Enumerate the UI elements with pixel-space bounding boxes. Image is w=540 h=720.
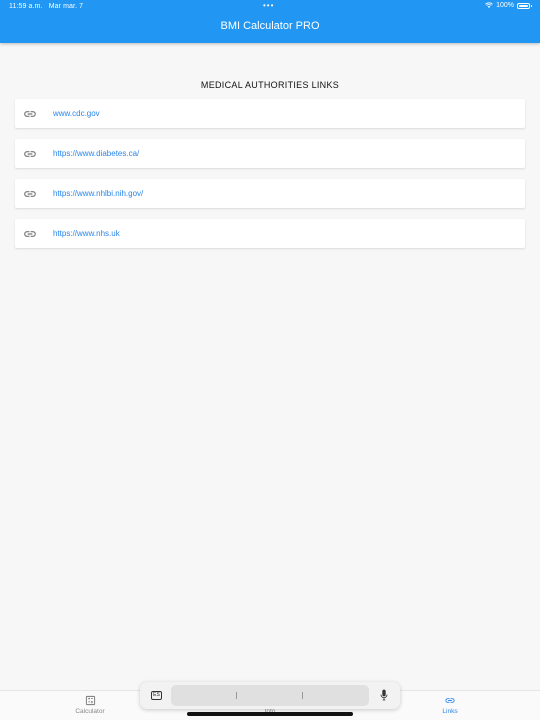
battery-percent: 100%	[496, 2, 514, 9]
section-title: MEDICAL AUTHORITIES LINKS	[200, 80, 340, 90]
battery-icon	[517, 2, 532, 9]
microphone-icon[interactable]	[380, 689, 388, 701]
link-label[interactable]: www.cdc.gov	[53, 109, 100, 118]
link-label[interactable]: https://www.nhlbi.nih.gov/	[53, 189, 143, 198]
status-time: 11:59 a.m. Mar mar. 7	[9, 3, 83, 10]
link-icon	[445, 698, 455, 703]
tab-calculator[interactable]: Calculator	[60, 695, 120, 715]
links-list: www.cdc.gov https://www.diabetes.ca/ htt…	[15, 99, 525, 259]
link-label[interactable]: https://www.diabetes.ca/	[53, 149, 139, 158]
link-label[interactable]: https://www.nhs.uk	[53, 229, 120, 238]
calculator-icon	[85, 695, 95, 706]
keyboard-accessory-bar: ES	[140, 682, 400, 709]
tab-label: Calculator	[75, 708, 105, 715]
app-header: 11:59 a.m. Mar mar. 7 ••• 100% BMI Calcu…	[0, 0, 540, 43]
status-right: 100%	[485, 2, 532, 9]
tab-label: Links	[442, 708, 458, 715]
link-item-nhs[interactable]: https://www.nhs.uk	[15, 219, 525, 248]
link-icon	[24, 150, 36, 157]
link-icon	[24, 190, 36, 197]
tab-links[interactable]: Links	[420, 695, 480, 715]
page-title: BMI Calculator PRO	[220, 20, 320, 32]
status-date: Mar mar. 7	[48, 3, 84, 10]
link-item-nhlbi[interactable]: https://www.nhlbi.nih.gov/	[15, 179, 525, 208]
link-item-cdc[interactable]: www.cdc.gov	[15, 99, 525, 128]
separator	[236, 692, 237, 699]
dictation-field[interactable]	[171, 685, 369, 706]
home-indicator[interactable]	[187, 712, 353, 716]
separator	[302, 692, 303, 699]
wifi-icon	[485, 2, 493, 8]
link-icon	[24, 230, 36, 237]
status-clock: 11:59 a.m.	[9, 3, 43, 10]
keyboard-language-button[interactable]: ES	[151, 691, 162, 700]
link-item-diabetes[interactable]: https://www.diabetes.ca/	[15, 139, 525, 168]
link-icon	[24, 110, 36, 117]
multitasking-dots[interactable]: •••	[263, 2, 274, 10]
